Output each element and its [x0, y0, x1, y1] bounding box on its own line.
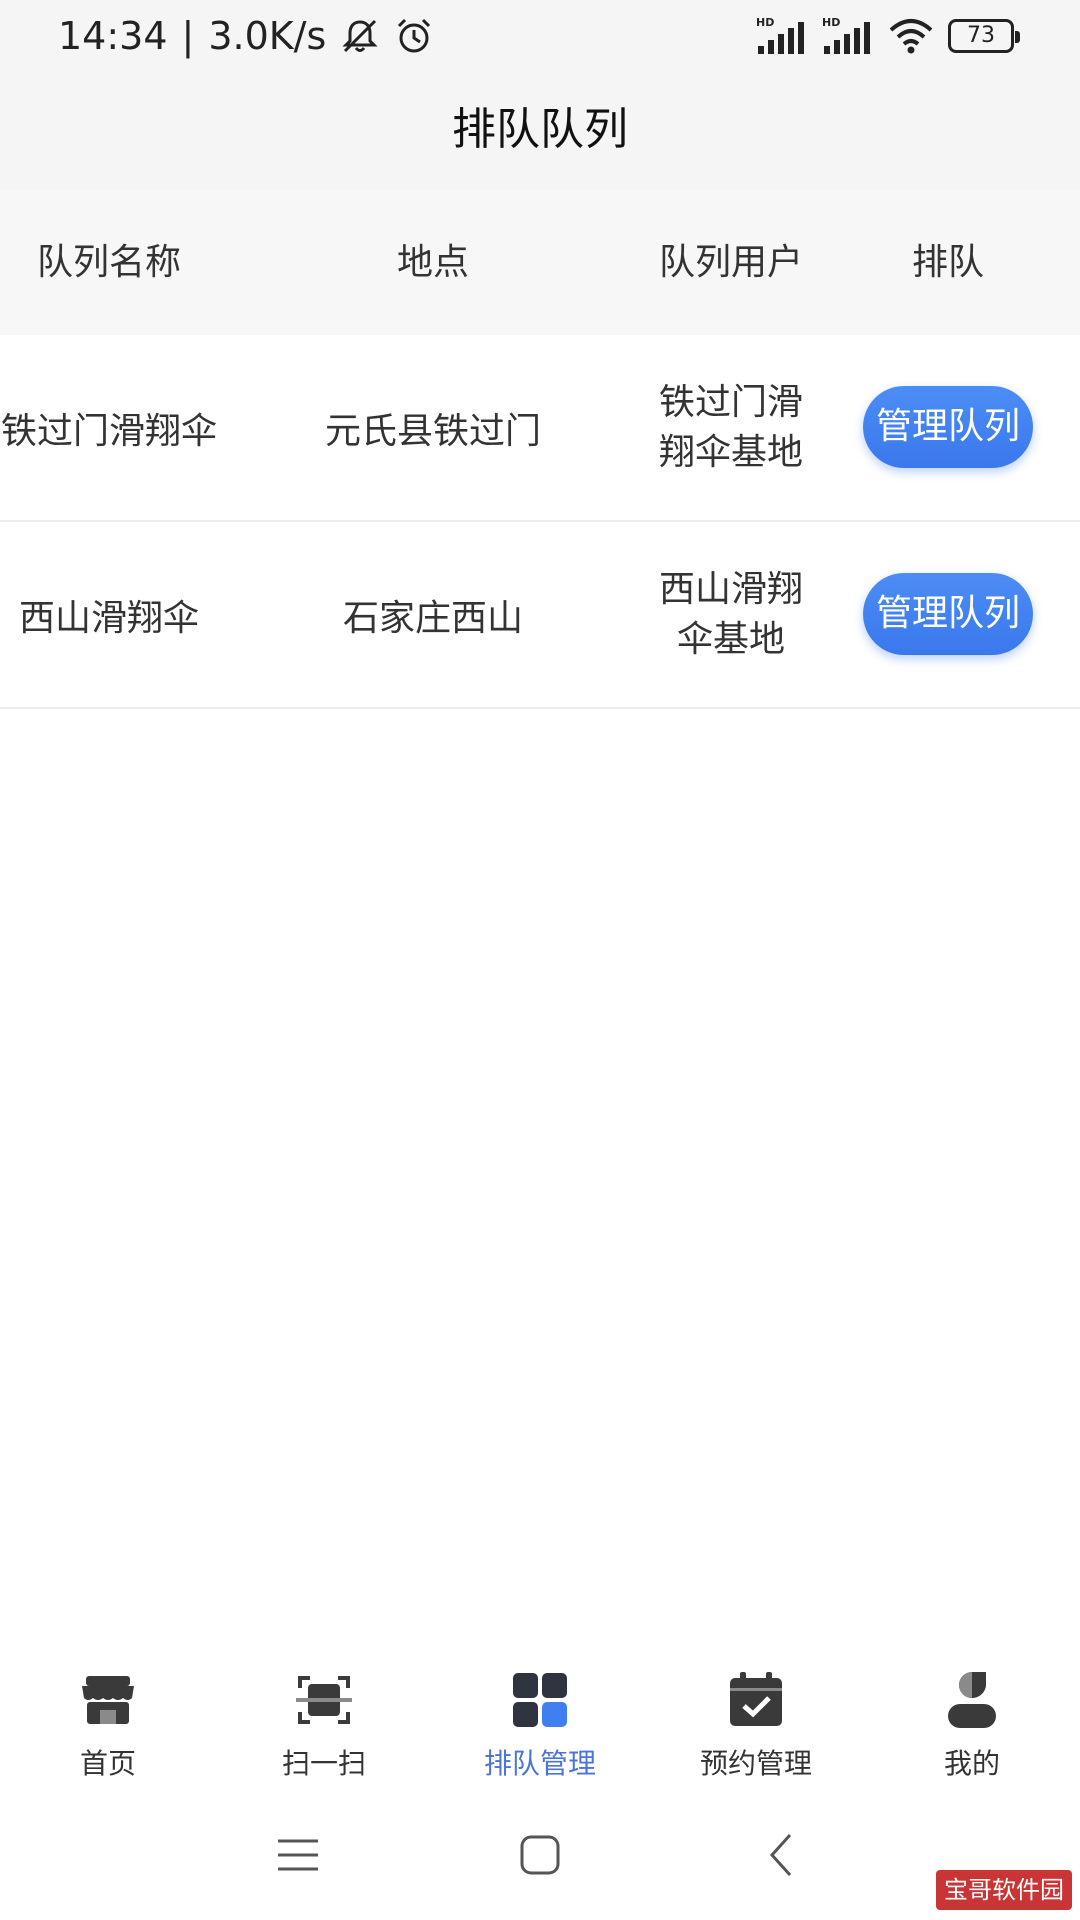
- bottom-tab-bar: 首页 扫一扫 排队管理 预约管理 我的: [0, 1650, 1080, 1790]
- queue-name-cell: 铁过门滑翔伞: [0, 410, 217, 452]
- manage-queue-button[interactable]: 管理队列: [863, 386, 1033, 468]
- tab-label: 扫一扫: [281, 1747, 366, 1780]
- bell-muted-icon: [342, 19, 378, 53]
- watermark: 宝哥软件园: [936, 1870, 1072, 1910]
- queue-user-cell: 铁过门滑翔伞基地: [658, 381, 803, 473]
- column-header-name: 队列名称: [36, 242, 181, 283]
- signal-1-label: HD: [756, 16, 774, 29]
- store-icon: [82, 1676, 134, 1724]
- tab-label: 排队管理: [483, 1747, 596, 1780]
- wifi-icon: [889, 19, 933, 54]
- tab-scan[interactable]: 扫一扫: [244, 1650, 404, 1790]
- tab-home[interactable]: 首页: [28, 1650, 188, 1790]
- tab-label: 预约管理: [699, 1747, 812, 1780]
- status-right: HD HD 73: [756, 16, 1020, 56]
- tab-label: 我的: [943, 1747, 1000, 1780]
- signal-icon: HD: [756, 16, 804, 54]
- status-net-speed: 3.0K/s: [208, 14, 327, 58]
- back-icon[interactable]: [742, 1815, 822, 1895]
- menu-icon[interactable]: [258, 1815, 338, 1895]
- calendar-check-icon: [730, 1672, 782, 1726]
- queue-location-cell: 石家庄西山: [342, 597, 523, 639]
- queue-name-cell: 西山滑翔伞: [18, 597, 199, 639]
- status-time: 14:34: [58, 14, 168, 58]
- page-title: 排队队列: [0, 80, 1080, 190]
- manage-queue-button[interactable]: 管理队列: [863, 573, 1033, 655]
- tab-reservation-management[interactable]: 预约管理: [676, 1650, 836, 1790]
- user-icon: [948, 1672, 996, 1728]
- alarm-icon: [398, 18, 431, 53]
- tab-queue-management[interactable]: 排队管理: [460, 1650, 620, 1790]
- queue-location-cell: 元氏县铁过门: [324, 410, 541, 452]
- status-bar: 14:34 | 3.0K/s HD HD 73: [0, 0, 1080, 80]
- signal-icon: HD: [822, 16, 870, 54]
- battery-icon: 73: [948, 19, 1020, 53]
- column-header-user: 队列用户: [658, 242, 803, 283]
- system-nav-bar: [0, 1790, 1080, 1920]
- signal-2-label: HD: [822, 16, 840, 29]
- table-header: 队列名称 地点 队列用户 排队: [0, 190, 1080, 335]
- scan-icon: [296, 1676, 352, 1724]
- status-left: 14:34 | 3.0K/s: [58, 14, 434, 58]
- tab-profile[interactable]: 我的: [892, 1650, 1052, 1790]
- table-row: 西山滑翔伞 石家庄西山 西山滑翔伞基地 管理队列: [0, 522, 1080, 709]
- table-row: 铁过门滑翔伞 元氏县铁过门 铁过门滑翔伞基地 管理队列: [0, 335, 1080, 522]
- column-header-location: 地点: [396, 242, 469, 283]
- grid-icon: [513, 1673, 567, 1727]
- status-separator: |: [181, 14, 195, 58]
- column-header-queue: 排队: [911, 242, 984, 283]
- queue-user-cell: 西山滑翔伞基地: [658, 568, 803, 660]
- tab-label: 首页: [79, 1747, 136, 1780]
- home-square-icon[interactable]: [500, 1815, 580, 1895]
